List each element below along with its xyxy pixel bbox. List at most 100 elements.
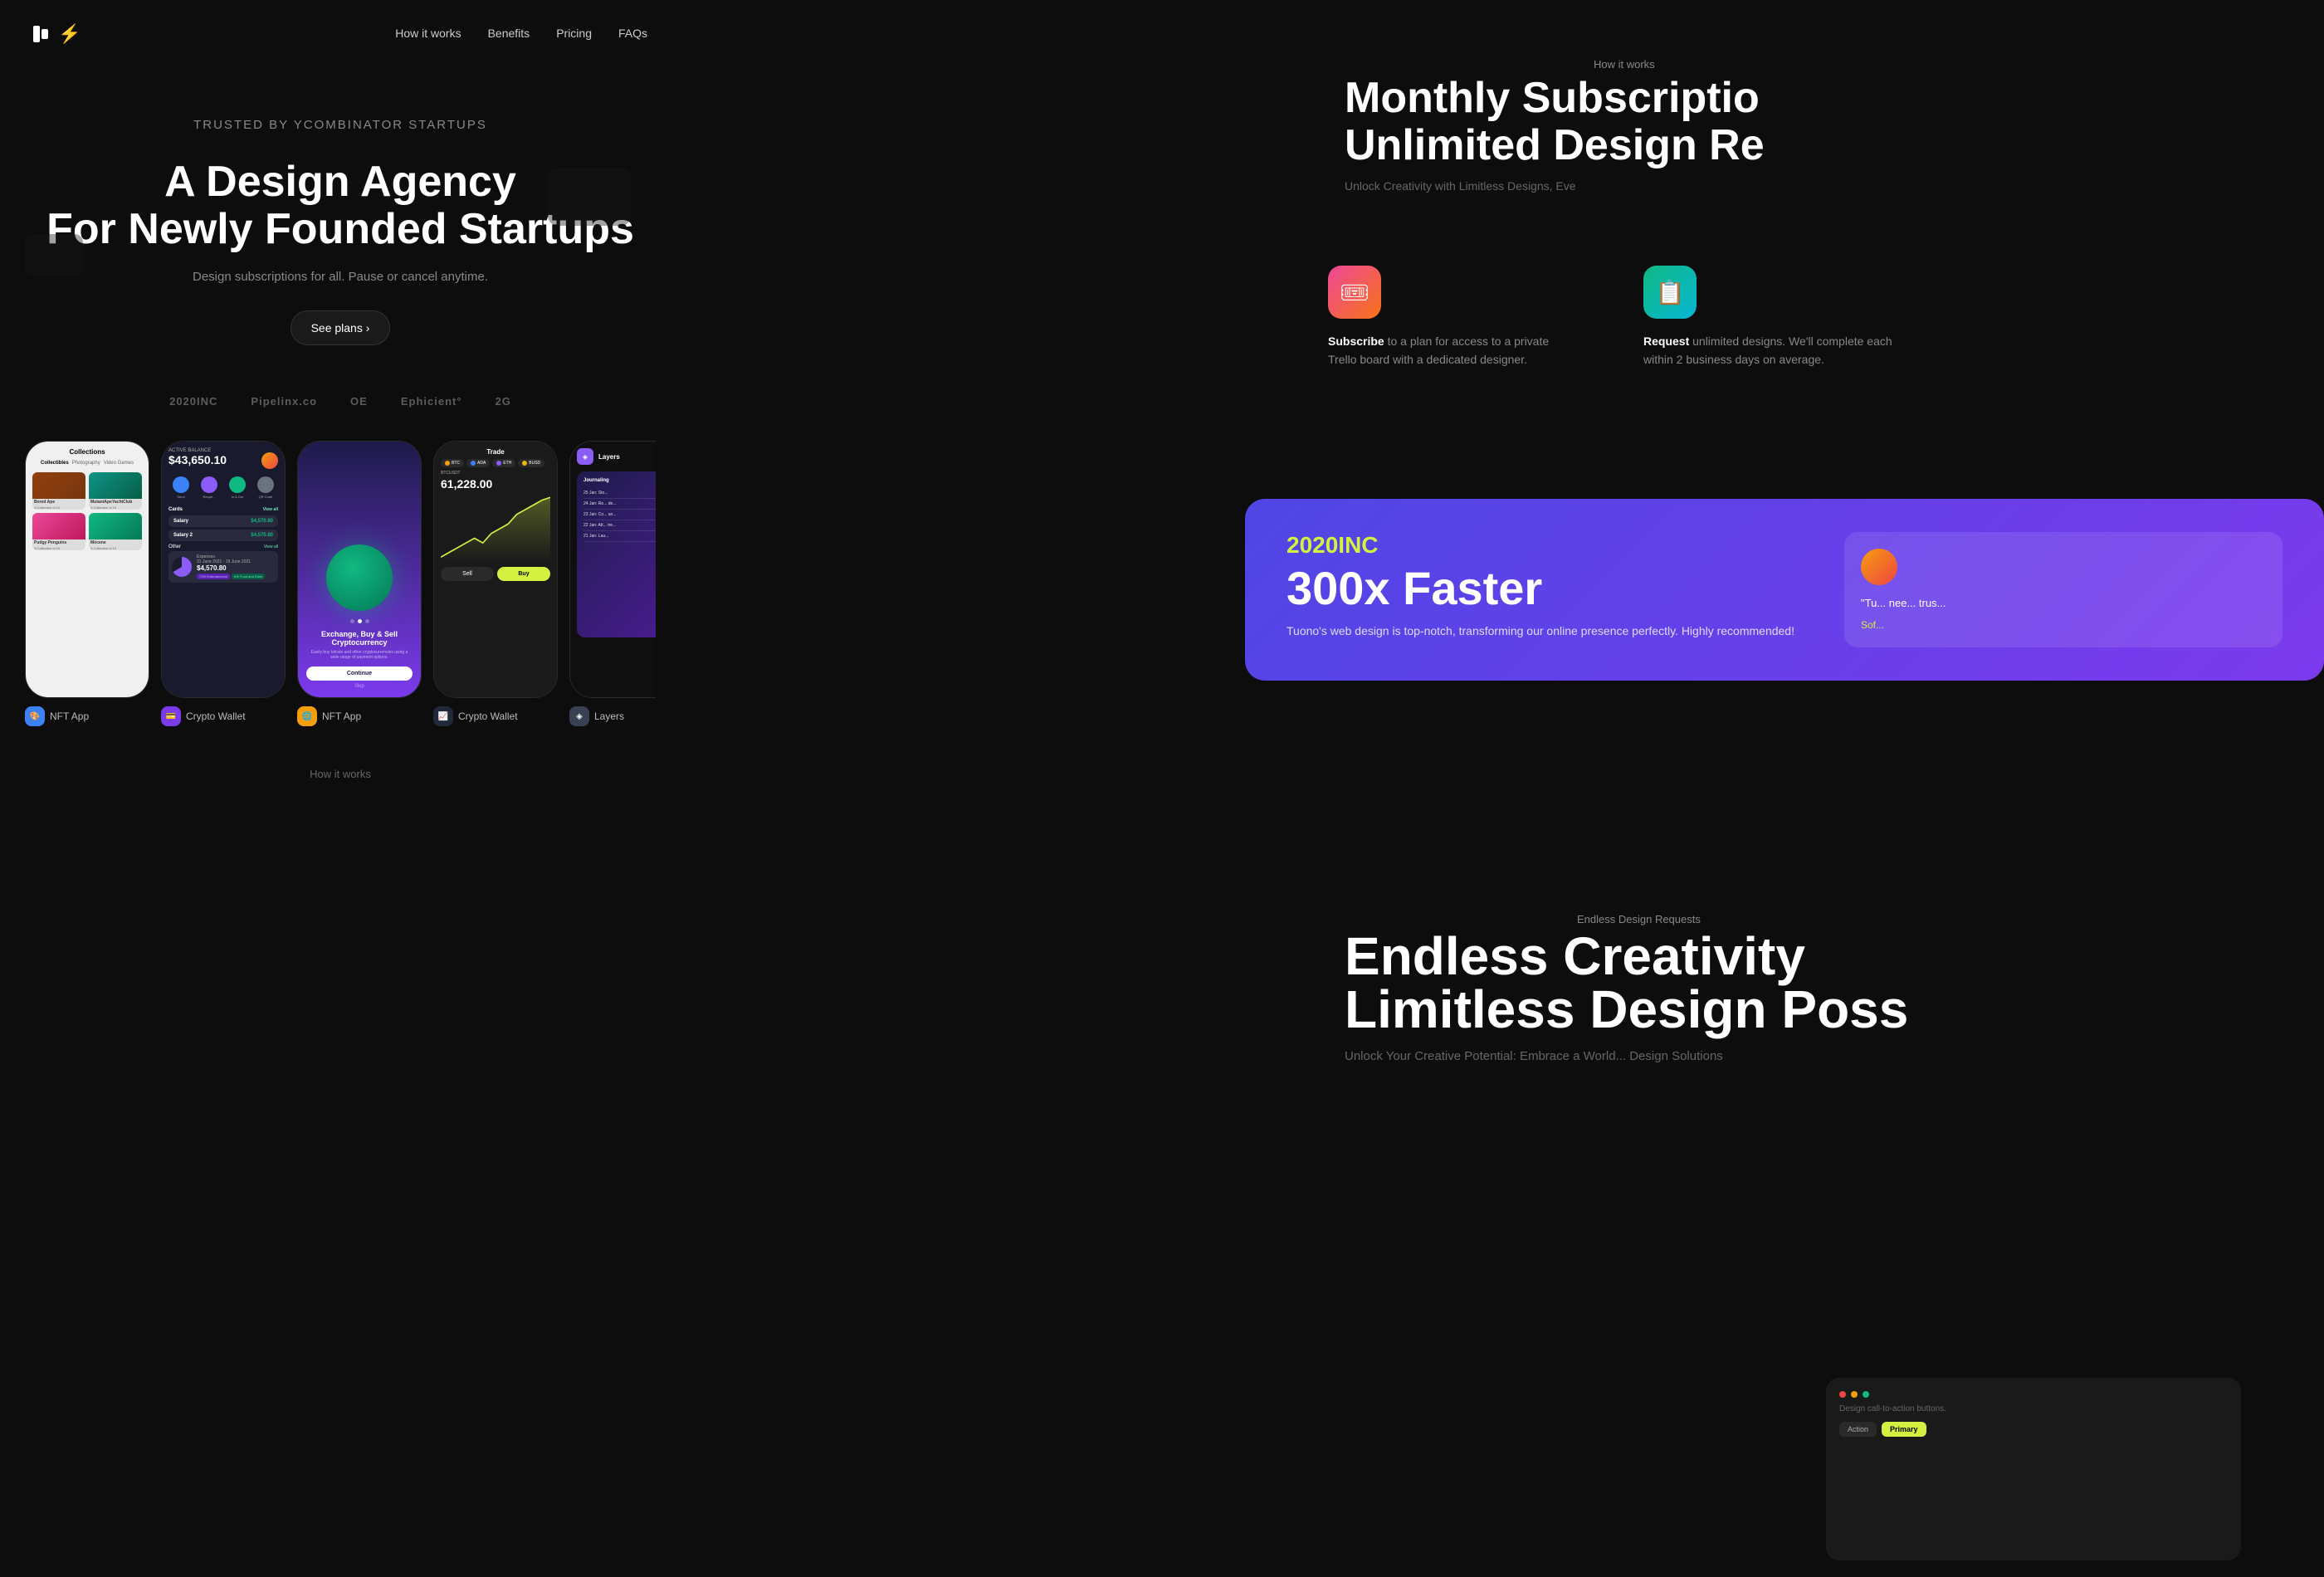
send-icon bbox=[173, 476, 189, 493]
coin-btc[interactable]: BTC bbox=[441, 459, 464, 467]
device-desc: Design call-to-action buttons. bbox=[1839, 1404, 2228, 1413]
exchange-dots bbox=[350, 619, 369, 623]
close-dot bbox=[1839, 1391, 1846, 1398]
maximize-dot bbox=[1863, 1391, 1869, 1398]
monthly-subtext: Unlock Creativity with Limitless Designs… bbox=[1345, 179, 2307, 193]
wallet-card-2[interactable]: Salary 2 $4,570.80 bbox=[168, 530, 278, 541]
main-nav: ⚡ How it works Benefits Pricing FAQs bbox=[0, 0, 681, 68]
card1-name: Salary bbox=[173, 519, 188, 524]
layers-item-5[interactable]: 21 Jan: Lau... bbox=[583, 531, 656, 542]
sell-button[interactable]: Sell bbox=[441, 567, 494, 581]
nft-item-4[interactable]: Mocene A Collection of 10 bbox=[89, 513, 142, 550]
monthly-line1: Monthly Subscriptio bbox=[1345, 74, 1760, 122]
endless-heading-block: Endless Creativity Limitless Design Poss… bbox=[1345, 930, 2307, 1063]
layers-item-3[interactable]: 23 Jan: Co... an... bbox=[583, 510, 656, 520]
nft-tab-photography[interactable]: Photography bbox=[72, 461, 100, 466]
logo[interactable]: ⚡ bbox=[33, 23, 81, 45]
nav-benefits[interactable]: Benefits bbox=[488, 27, 530, 40]
brand-pipelinx: Pipelinx.co bbox=[251, 395, 317, 408]
brand-speed: 300x Faster bbox=[1286, 565, 1794, 612]
nft-sub-3: A Collection of 10 bbox=[32, 546, 85, 550]
portfolio-card-trade: Trade BTC ADA bbox=[433, 441, 558, 726]
tag-food: 6% Food and Drink bbox=[232, 574, 265, 579]
coin-ada[interactable]: ADA bbox=[466, 459, 490, 467]
nft-img-4 bbox=[89, 513, 142, 540]
wallet-card-1[interactable]: Salary $4,570.80 bbox=[168, 515, 278, 527]
eth-dot bbox=[496, 461, 501, 466]
nft1-label: NFT App bbox=[50, 710, 89, 722]
layer-text-5: Lau... bbox=[598, 534, 609, 539]
exchange-title: Exchange, Buy & Sell Cryptocurrency bbox=[306, 630, 413, 647]
nav-pricing[interactable]: Pricing bbox=[556, 27, 592, 40]
action-inout[interactable]: In & Out bbox=[225, 476, 250, 499]
trade-chart-svg bbox=[441, 496, 550, 562]
device-buttons-row: Action Primary bbox=[1839, 1422, 2228, 1437]
exchange-continue-btn[interactable]: Continue bbox=[306, 666, 413, 681]
buy-button[interactable]: Buy bbox=[497, 567, 550, 581]
nft-img-3 bbox=[32, 513, 85, 540]
quote-avatar bbox=[1861, 549, 1897, 585]
action-qr[interactable]: QR Code bbox=[253, 476, 278, 499]
wallet2-icon: 📈 bbox=[433, 706, 453, 726]
nft-item-3[interactable]: Pudgy Penguins A Collection of 10 bbox=[32, 513, 85, 550]
journaling-label: Journaling bbox=[583, 478, 656, 483]
nft-title: Collections bbox=[32, 448, 142, 456]
trade-screen: Trade BTC ADA bbox=[434, 442, 557, 697]
hero-ghost-2 bbox=[25, 234, 83, 276]
nft-label-1: Bored Ape bbox=[32, 499, 85, 505]
wallet-header: ACTIVE BALANCE $43,650.10 bbox=[168, 448, 278, 473]
step2-action: Request bbox=[1643, 334, 1689, 348]
nft-item-1[interactable]: Bored Ape A Collection of 10 bbox=[32, 472, 85, 510]
layers-item-1[interactable]: 25 Jan: Sto... bbox=[583, 488, 656, 499]
portfolio-card-exchange: Exchange, Buy & Sell Cryptocurrency Easi… bbox=[297, 441, 422, 726]
exchange-skip[interactable]: Skip bbox=[354, 684, 364, 689]
view-all[interactable]: View all bbox=[263, 507, 278, 512]
layers-screen: ◈ Layers Journaling 25 Jan: Sto... 24 Ja… bbox=[570, 442, 656, 697]
nav-faqs[interactable]: FAQs bbox=[618, 27, 647, 40]
nav-how-it-works[interactable]: How it works bbox=[395, 27, 461, 40]
nft-tab-games[interactable]: Video Games bbox=[104, 461, 134, 466]
brand-ephicient: Ephicient° bbox=[401, 395, 462, 408]
wallet-actions: Send Reque... In & Out bbox=[168, 476, 278, 499]
coin-chips: BTC ADA ETH bbox=[441, 459, 550, 467]
device-primary-btn[interactable]: Primary bbox=[1882, 1422, 1926, 1437]
layer-date-4: 22 Jan: bbox=[583, 523, 597, 528]
other-view-all[interactable]: View all bbox=[264, 544, 278, 549]
portfolio-card-wallet1: ACTIVE BALANCE $43,650.10 Send bbox=[161, 441, 286, 726]
nft-img-1 bbox=[32, 472, 85, 499]
wallet-avatar bbox=[261, 452, 278, 469]
device-action-btn[interactable]: Action bbox=[1839, 1422, 1877, 1437]
coin-eth[interactable]: ETH bbox=[492, 459, 515, 467]
brand-desc: Tuono's web design is top-notch, transfo… bbox=[1286, 622, 1794, 640]
nft-sub-4: A Collection of 10 bbox=[89, 546, 142, 550]
nft1-icon: 🎨 bbox=[25, 706, 45, 726]
inout-label: In & Out bbox=[225, 495, 250, 499]
request-icon bbox=[201, 476, 217, 493]
brand-oe: OE bbox=[350, 395, 368, 408]
how-it-works-section-label: How it works bbox=[1594, 58, 1655, 71]
expense-amount: $4,570.80 bbox=[197, 564, 265, 572]
coin-busd[interactable]: BUSD bbox=[518, 459, 544, 467]
layers-card-icon: ◈ bbox=[569, 706, 589, 726]
action-send[interactable]: Send bbox=[168, 476, 193, 499]
qr-icon bbox=[257, 476, 274, 493]
see-plans-button[interactable]: See plans › bbox=[290, 310, 391, 345]
inout-icon bbox=[229, 476, 246, 493]
send-label: Send bbox=[168, 495, 193, 499]
busd-dot bbox=[522, 461, 527, 466]
logo-bar-1 bbox=[33, 26, 40, 42]
phone-nft1: Collections Collectibles Photography Vid… bbox=[25, 441, 149, 698]
layers-item-4[interactable]: 22 Jan: Att... tre... bbox=[583, 520, 656, 531]
nft-item-2[interactable]: MutantApeYachtClub A Collection of 10 bbox=[89, 472, 142, 510]
layers-item-2[interactable]: 24 Jan: Re... de... bbox=[583, 499, 656, 510]
nft-tab-collectibles[interactable]: Collectibles bbox=[41, 461, 69, 466]
logo-bars-icon bbox=[33, 26, 48, 42]
hero-subtext: Design subscriptions for all. Pause or c… bbox=[33, 270, 647, 284]
action-request[interactable]: Reque... bbox=[197, 476, 222, 499]
trade-pair: BTCUSDT bbox=[441, 471, 550, 476]
nft-label-2: MutantApeYachtClub bbox=[89, 499, 142, 505]
nft-grid: Bored Ape A Collection of 10 MutantApeYa… bbox=[32, 472, 142, 550]
expense-item[interactable]: Expenses 31 June 2021 - 19 June 2021 $4,… bbox=[168, 551, 278, 583]
ada-dot bbox=[471, 461, 476, 466]
layer-date-2: 24 Jan: bbox=[583, 501, 597, 506]
